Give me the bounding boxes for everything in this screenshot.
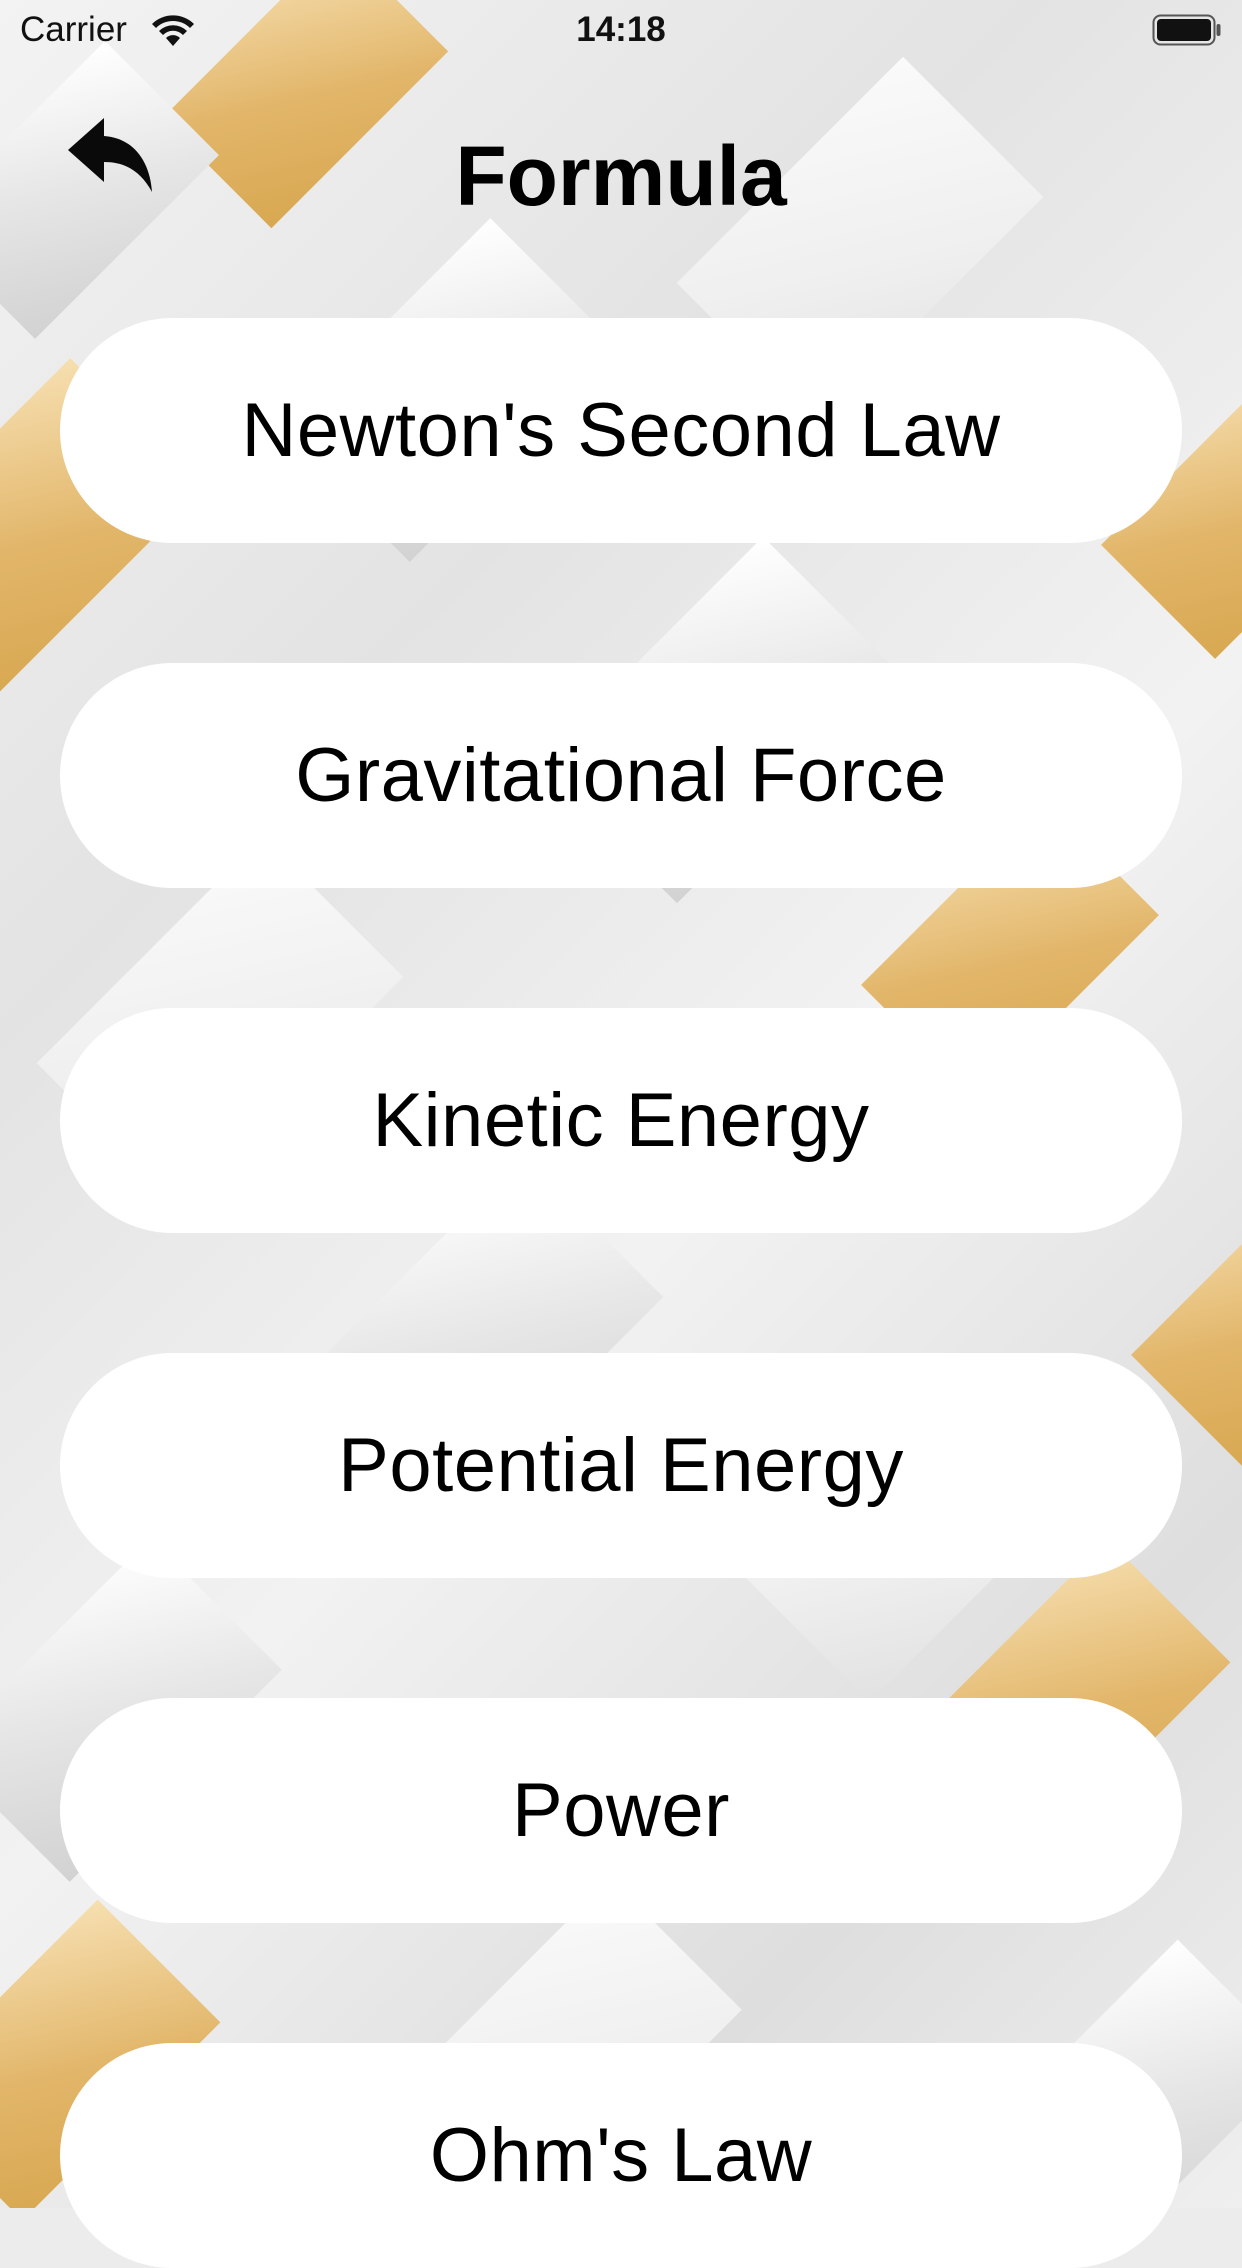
formula-button-power[interactable]: Power [60, 1698, 1182, 1923]
formula-button-ohms-law[interactable]: Ohm's Law [60, 2043, 1182, 2268]
formula-button-gravitational-force[interactable]: Gravitational Force [60, 663, 1182, 888]
formula-label: Newton's Second Law [241, 388, 1001, 473]
formula-label: Gravitational Force [295, 733, 947, 818]
formula-button-newtons-second-law[interactable]: Newton's Second Law [60, 318, 1182, 543]
clock: 14:18 [576, 10, 666, 49]
formula-label: Kinetic Energy [372, 1078, 870, 1163]
formula-label: Potential Energy [338, 1423, 904, 1508]
battery-icon [1152, 14, 1222, 46]
formula-list: Newton's Second Law Gravitational Force … [0, 0, 1242, 2268]
formula-button-kinetic-energy[interactable]: Kinetic Energy [60, 1008, 1182, 1233]
formula-button-potential-energy[interactable]: Potential Energy [60, 1353, 1182, 1578]
formula-label: Ohm's Law [429, 2113, 813, 2198]
page-title: Formula [455, 129, 787, 223]
status-bar: Carrier 14:18 [0, 0, 1242, 62]
formula-label: Power [512, 1768, 730, 1853]
